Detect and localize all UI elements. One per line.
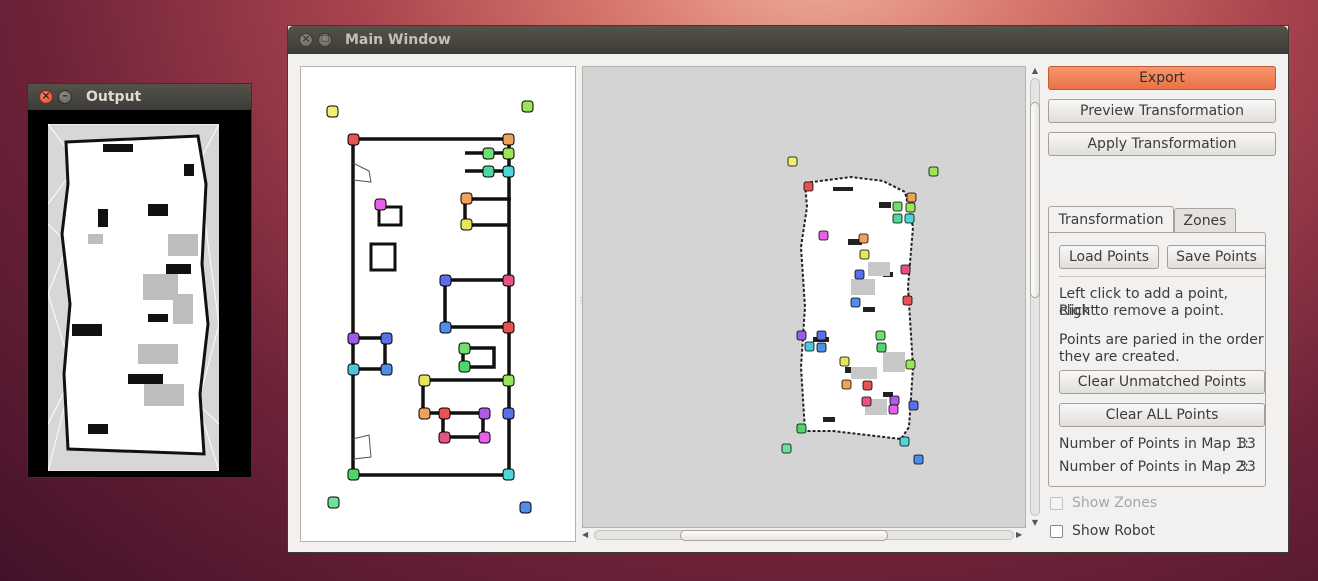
map2-count-value: 33 — [1238, 459, 1256, 475]
map2-scan[interactable] — [583, 67, 1026, 528]
preview-transformation-button[interactable]: Preview Transformation — [1048, 99, 1276, 123]
main-window: × □ Main Window ⋮ ▲ ▼ ◀ ▶ Export Preview… — [287, 25, 1289, 553]
splitter-handle[interactable]: ⋮ — [577, 296, 585, 308]
output-title: Output — [86, 89, 142, 105]
instructions-line-2: click to remove a point. — [1059, 303, 1225, 319]
transformation-tab-pane: Load Points Save Points Left click to ad… — [1048, 232, 1266, 487]
map2-count-label: Number of Points in Map 2: — [1059, 459, 1249, 475]
map1-canvas[interactable] — [300, 66, 576, 542]
show-robot-checkbox[interactable] — [1050, 525, 1063, 538]
scroll-right-icon[interactable]: ▶ — [1016, 530, 1026, 540]
output-window: × – Output — [27, 83, 252, 478]
main-titlebar: × □ Main Window — [288, 26, 1288, 54]
maximize-icon[interactable]: □ — [318, 33, 332, 47]
pairing-note-line-2: they are created. — [1059, 349, 1180, 362]
show-robot-label: Show Robot — [1072, 523, 1155, 539]
output-map-image — [48, 124, 219, 471]
horizontal-scrollbar[interactable]: ◀ ▶ — [582, 528, 1026, 542]
show-zones-label: Show Zones — [1072, 495, 1158, 511]
map2-canvas[interactable] — [582, 66, 1026, 528]
clear-unmatched-points-button[interactable]: Clear Unmatched Points — [1059, 370, 1265, 394]
clear-all-points-button[interactable]: Clear ALL Points — [1059, 403, 1265, 427]
close-icon[interactable]: × — [39, 89, 53, 104]
map1-count-value: 33 — [1238, 436, 1256, 452]
output-titlebar: × – Output — [28, 84, 251, 110]
map1-floorplan[interactable] — [301, 67, 575, 541]
vertical-scrollbar[interactable]: ▲ ▼ — [1028, 66, 1042, 528]
scroll-up-icon[interactable]: ▲ — [1030, 66, 1040, 76]
map1-count-label: Number of Points in Map 1: — [1059, 436, 1249, 452]
tab-transformation[interactable]: Transformation — [1048, 206, 1174, 232]
scroll-left-icon[interactable]: ◀ — [582, 530, 592, 540]
load-points-button[interactable]: Load Points — [1059, 245, 1159, 269]
show-zones-checkbox[interactable] — [1050, 497, 1063, 510]
scroll-down-icon[interactable]: ▼ — [1030, 518, 1040, 528]
tab-zones[interactable]: Zones — [1174, 208, 1236, 232]
close-icon[interactable]: × — [299, 32, 313, 47]
vertical-scroll-thumb[interactable] — [1030, 102, 1040, 298]
minimize-icon[interactable]: – — [58, 89, 72, 104]
apply-transformation-button[interactable]: Apply Transformation — [1048, 132, 1276, 156]
save-points-button[interactable]: Save Points — [1167, 245, 1266, 269]
pairing-note-line-1: Points are paried in the order — [1059, 332, 1264, 348]
divider — [1059, 276, 1265, 277]
main-title: Main Window — [345, 32, 451, 48]
map1-points — [326, 100, 534, 514]
export-button[interactable]: Export — [1048, 66, 1276, 90]
horizontal-scroll-thumb[interactable] — [680, 530, 888, 541]
